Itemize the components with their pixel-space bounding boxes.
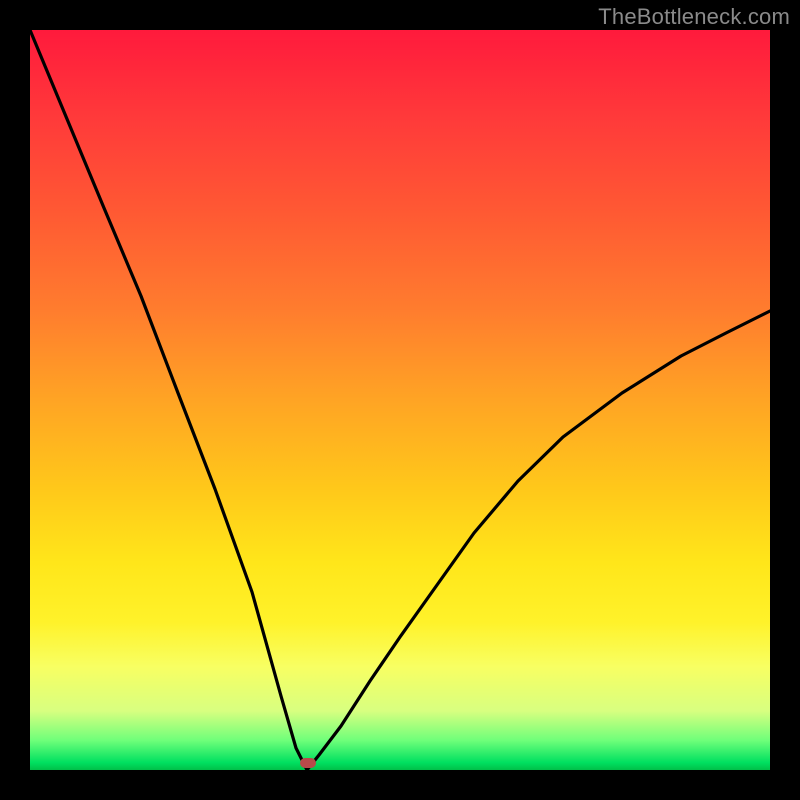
watermark-text: TheBottleneck.com: [598, 4, 790, 30]
plot-area: [30, 30, 770, 770]
bottleneck-curve: [30, 30, 770, 770]
min-bottleneck-marker: [300, 758, 316, 768]
curve-path: [30, 30, 770, 770]
chart-frame: TheBottleneck.com: [0, 0, 800, 800]
